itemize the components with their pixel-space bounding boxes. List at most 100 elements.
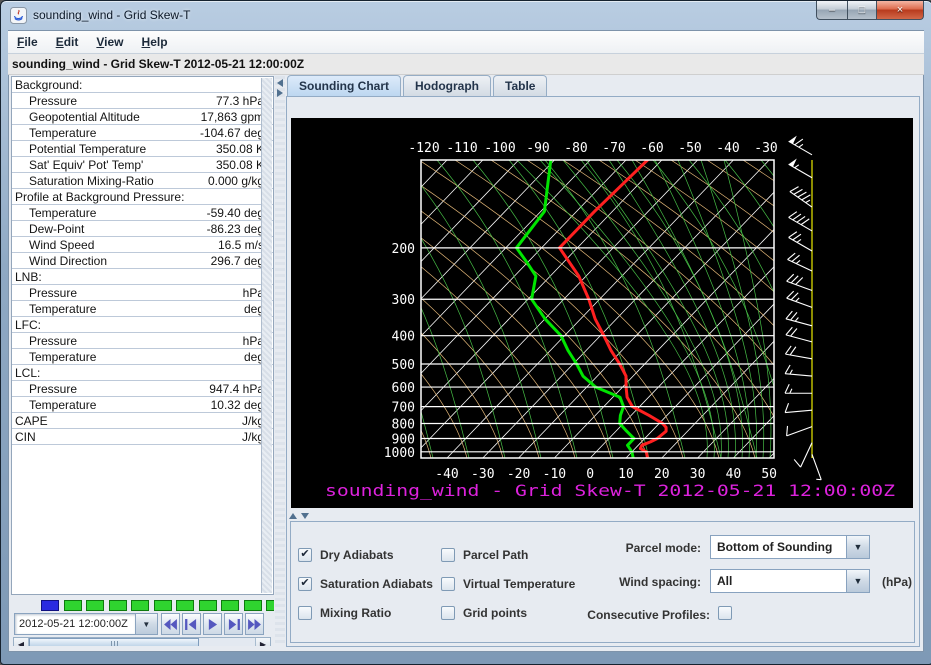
tab-sounding-chart[interactable]: Sounding Chart [287,75,401,96]
table-row[interactable]: Temperaturedeg [12,349,273,365]
time-step-square[interactable] [176,600,194,611]
table-row[interactable]: Temperature10.32 deg [12,397,273,413]
consecutive-profiles-checkbox[interactable] [718,606,732,620]
svg-text:300: 300 [392,293,415,308]
time-step-indicator [41,600,274,611]
sounding-property-table[interactable]: Background:Pressure77.3 hPaGeopotential … [11,76,274,595]
time-step-square[interactable] [41,600,59,611]
menu-view[interactable]: View [87,35,132,49]
time-step-square[interactable] [154,600,172,611]
table-row[interactable]: CINJ/kg [12,429,273,445]
time-step-square[interactable] [244,600,262,611]
close-button[interactable]: × [876,1,924,20]
collapse-left-icon[interactable] [277,79,283,87]
table-row[interactable]: PressurehPa [12,333,273,349]
table-row[interactable]: Dew-Point-86.23 deg [12,221,273,237]
scroll-left-button[interactable]: ◀ [14,638,29,646]
table-row[interactable]: PressurehPa [12,285,273,301]
time-step-square[interactable] [131,600,149,611]
tab-table[interactable]: Table [493,75,547,96]
step-back-button[interactable] [182,613,201,635]
horizontal-scrollbar[interactable]: ◀ ▶ [13,637,271,646]
time-step-square[interactable] [199,600,217,611]
vertical-scrollbar[interactable] [261,78,272,593]
table-row[interactable]: Sat' Equiv' Pot' Temp'350.08 K [12,157,273,173]
table-row[interactable]: LFC: [12,317,273,333]
svg-text:700: 700 [392,401,415,416]
play-button[interactable] [203,613,222,635]
time-step-square[interactable] [109,600,127,611]
scroll-right-button[interactable]: ▶ [255,638,270,646]
table-row[interactable]: LNB: [12,269,273,285]
time-selector[interactable]: 2012-05-21 12:00:00Z ▼ [14,613,158,635]
table-row[interactable]: Pressure947.4 hPa [12,381,273,397]
minimize-button[interactable]: – [816,1,847,20]
svg-text:30: 30 [690,467,706,482]
parcel-mode-label: Parcel mode: [589,541,701,555]
svg-text:0: 0 [586,467,594,482]
time-dropdown-button[interactable]: ▼ [136,613,158,635]
collapse-down-icon[interactable] [301,513,309,519]
title-bar[interactable]: sounding_wind - Grid Skew-T – □ × [1,1,931,30]
row-label: Sat' Equiv' Pot' Temp' [12,158,143,172]
parcel-path-checkbox[interactable] [441,548,455,562]
menu-bar: FileEditViewHelp [8,31,924,54]
maximize-button[interactable]: □ [847,1,876,20]
time-step-square[interactable] [221,600,239,611]
svg-text:500: 500 [392,358,415,373]
chevron-down-icon[interactable]: ▼ [846,569,870,593]
saturation-adiabats-checkbox[interactable]: ✔ [298,577,312,591]
svg-text:-90: -90 [526,141,549,156]
chart-split-divider[interactable] [289,512,909,520]
virtual-temperature-checkbox[interactable] [441,577,455,591]
step-forward-button[interactable] [224,613,243,635]
chevron-down-icon[interactable]: ▼ [846,535,870,559]
mixing-ratio-checkbox[interactable] [298,606,312,620]
menu-file[interactable]: File [8,35,47,49]
table-row[interactable]: Potential Temperature350.08 K [12,141,273,157]
grid-points-checkbox[interactable] [441,606,455,620]
svg-text:10: 10 [618,467,634,482]
rewind-button[interactable] [161,613,180,635]
table-row[interactable]: Wind Direction296.7 deg [12,253,273,269]
checkbox-row: Parcel Path [441,547,575,562]
dry-adiabats-checkbox[interactable]: ✔ [298,548,312,562]
table-row[interactable]: Temperature-104.67 deg [12,125,273,141]
table-row[interactable]: Temperature-59.40 deg [12,205,273,221]
row-label: LFC: [12,318,41,332]
split-pane-divider[interactable] [275,76,285,646]
table-row[interactable]: Pressure77.3 hPa [12,93,273,109]
menu-edit[interactable]: Edit [47,35,88,49]
row-label: Pressure [12,334,77,348]
table-row[interactable]: Background: [12,77,273,93]
table-row[interactable]: Wind Speed16.5 m/s [12,237,273,253]
display-controls-panel: ✔Dry Adiabats✔Saturation AdiabatsMixing … [290,521,915,643]
scrollbar-thumb[interactable] [29,638,199,646]
tab-bar: Sounding Chart Hodograph Table [287,75,549,96]
collapse-right-icon[interactable] [277,89,283,97]
table-row[interactable]: Saturation Mixing-Ratio0.000 g/kg [12,173,273,189]
row-label: Pressure [12,94,77,108]
close-icon: × [897,4,903,16]
table-row[interactable]: CAPEJ/kg [12,413,273,429]
table-row[interactable]: Profile at Background Pressure: [12,189,273,205]
table-row[interactable]: Geopotential Altitude17,863 gpm [12,109,273,125]
time-field[interactable]: 2012-05-21 12:00:00Z [14,613,136,635]
wind-spacing-select[interactable]: All ▼ [710,569,870,593]
java-app-icon [10,7,27,24]
time-step-square[interactable] [266,600,274,611]
time-step-square[interactable] [86,600,104,611]
parcel-mode-select[interactable]: Bottom of Sounding ▼ [710,535,870,559]
menu-help[interactable]: Help [133,35,177,49]
svg-text:50: 50 [761,467,777,482]
time-step-square[interactable] [64,600,82,611]
table-row[interactable]: Temperaturedeg [12,301,273,317]
tab-hodograph[interactable]: Hodograph [403,75,491,96]
row-label: Wind Direction [12,254,107,268]
scroll-right-icon: ▶ [260,640,266,646]
fast-forward-button[interactable] [245,613,264,635]
table-row[interactable]: LCL: [12,365,273,381]
skewt-chart-display[interactable]: 2003004005006007008009001000-120-110-100… [291,118,913,508]
svg-text:-20: -20 [507,467,530,482]
collapse-up-icon[interactable] [289,513,297,519]
